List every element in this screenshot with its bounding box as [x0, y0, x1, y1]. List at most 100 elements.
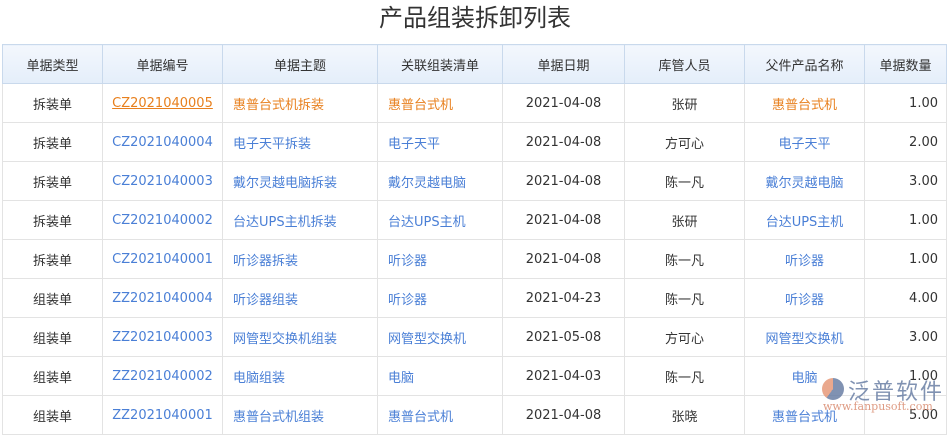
parent-link[interactable]: 电子天平 — [778, 137, 830, 152]
cell-type: 拆装单 — [2, 161, 103, 201]
type-text: 拆装单 — [32, 214, 72, 230]
cell-qty: 2.00 — [864, 122, 947, 162]
no-link[interactable]: ZZ2021040001 — [112, 408, 213, 423]
list-link[interactable]: 网管型交换机 — [388, 332, 466, 347]
cell-no: ZZ2021040003 — [102, 317, 223, 357]
table-row[interactable]: 拆装单 CZ2021040002 台达UPS主机拆装 台达UPS主机 2021-04-0… — [2, 200, 947, 240]
list-link[interactable]: 听诊器 — [388, 293, 427, 308]
cell-type: 组装单 — [2, 356, 103, 396]
cell-keeper: 陈一凡 — [624, 356, 745, 396]
keeper-text: 陈一凡 — [664, 253, 704, 269]
parent-link[interactable]: 惠普台式机 — [772, 98, 837, 113]
list-link[interactable]: 惠普台式机 — [388, 410, 453, 425]
column-header[interactable]: 单据主题 — [222, 44, 378, 84]
column-header[interactable]: 单据类型 — [2, 44, 103, 84]
page-title: 产品组装拆卸列表 — [379, 4, 571, 32]
table-row[interactable]: 拆装单 CZ2021040004 电子天平拆装 电子天平 2021-04-08 方可心 电子… — [2, 122, 947, 162]
cell-list: 听诊器 — [377, 278, 503, 318]
cell-list: 电脑 — [377, 356, 503, 396]
cell-qty: 1.00 — [864, 83, 947, 123]
cell-type: 组装单 — [2, 317, 103, 357]
subject-link[interactable]: 惠普台式机组装 — [233, 410, 324, 425]
no-link[interactable]: CZ2021040002 — [112, 213, 213, 228]
cell-list: 戴尔灵越电脑 — [377, 161, 503, 201]
subject-link[interactable]: 台达UPS主机拆装 — [233, 215, 337, 230]
column-header[interactable]: 父件产品名称 — [744, 44, 865, 84]
no-link[interactable]: CZ2021040001 — [112, 252, 213, 267]
cell-subject: 电子天平拆装 — [222, 122, 378, 162]
list-link[interactable]: 电子天平 — [388, 137, 440, 152]
cell-subject: 网管型交换机组装 — [222, 317, 378, 357]
cell-date: 2021-05-08 — [502, 317, 625, 357]
table-row[interactable]: 组装单 ZZ2021040002 电脑组装 电脑 2021-04-03 陈一凡 电脑 1.00 — [2, 356, 947, 396]
parent-link[interactable]: 听诊器 — [785, 293, 824, 308]
no-link[interactable]: ZZ2021040002 — [112, 369, 213, 384]
list-link[interactable]: 听诊器 — [388, 254, 427, 269]
no-link[interactable]: CZ2021040004 — [112, 135, 213, 150]
subject-link[interactable]: 听诊器拆装 — [233, 254, 298, 269]
qty-text: 3.00 — [909, 173, 938, 189]
cell-no: ZZ2021040002 — [102, 356, 223, 396]
parent-link[interactable]: 听诊器 — [785, 254, 824, 269]
subject-link[interactable]: 惠普台式机拆装 — [233, 98, 324, 113]
subject-link[interactable]: 电脑组装 — [233, 371, 285, 386]
cell-parent: 网管型交换机 — [744, 317, 865, 357]
parent-link[interactable]: 台达UPS主机 — [766, 215, 844, 230]
cell-date: 2021-04-08 — [502, 200, 625, 240]
date-text: 2021-04-08 — [525, 134, 602, 150]
date-text: 2021-05-08 — [525, 329, 602, 345]
parent-link[interactable]: 戴尔灵越电脑 — [765, 176, 843, 191]
type-text: 拆装单 — [32, 136, 72, 152]
subject-link[interactable]: 电子天平拆装 — [233, 137, 311, 152]
cell-keeper: 陈一凡 — [624, 161, 745, 201]
no-link[interactable]: CZ2021040005 — [112, 96, 213, 111]
type-text: 拆装单 — [32, 253, 72, 269]
date-text: 2021-04-08 — [525, 407, 602, 423]
list-link[interactable]: 戴尔灵越电脑 — [388, 176, 466, 191]
no-link[interactable]: ZZ2021040004 — [112, 291, 213, 306]
cell-qty: 1.00 — [864, 239, 947, 279]
table-row[interactable]: 组装单 ZZ2021040001 惠普台式机组装 惠普台式机 2021-04-08 张晓惠… — [2, 395, 947, 435]
table-row[interactable]: 拆装单 CZ2021040005 惠普台式机拆装 惠普台式机 2021-04-08 张研 惠… — [2, 83, 947, 123]
date-text: 2021-04-08 — [525, 173, 602, 189]
date-text: 2021-04-08 — [525, 95, 602, 111]
column-header[interactable]: 单据数量 — [864, 44, 947, 84]
cell-date: 2021-04-08 — [502, 239, 625, 279]
column-header[interactable]: 库管人员 — [624, 44, 745, 84]
no-link[interactable]: CZ2021040003 — [112, 174, 213, 189]
cell-date: 2021-04-08 — [502, 83, 625, 123]
table-row[interactable]: 拆装单 CZ2021040003 戴尔灵越电脑拆装 戴尔灵越电脑 2021-04-08 陈… — [2, 161, 947, 201]
cell-list: 听诊器 — [377, 239, 503, 279]
list-link[interactable]: 惠普台式机 — [388, 98, 453, 113]
assembly-table: 单据类型 单据编号 单据主题 关联组装清单 单据日期 库管人员 父件产品名称 单据数量 拆装单… — [2, 44, 947, 435]
keeper-text: 方可心 — [664, 331, 704, 347]
subject-link[interactable]: 听诊器组装 — [233, 293, 298, 308]
date-text: 2021-04-08 — [525, 251, 602, 267]
list-link[interactable]: 电脑 — [388, 371, 414, 386]
table-row[interactable]: 组装单 ZZ2021040004 听诊器组装 听诊器 2021-04-23 陈一凡 听诊器 4… — [2, 278, 947, 318]
subject-link[interactable]: 网管型交换机组装 — [233, 332, 337, 347]
qty-text: 1.00 — [909, 95, 938, 111]
cell-keeper: 陈一凡 — [624, 278, 745, 318]
cell-keeper: 陈一凡 — [624, 239, 745, 279]
cell-parent: 台达UPS主机 — [744, 200, 865, 240]
column-header[interactable]: 单据日期 — [502, 44, 625, 84]
type-text: 拆装单 — [32, 97, 72, 113]
cell-list: 网管型交换机 — [377, 317, 503, 357]
parent-link[interactable]: 网管型交换机 — [765, 332, 843, 347]
cell-date: 2021-04-08 — [502, 161, 625, 201]
column-header[interactable]: 单据编号 — [102, 44, 223, 84]
keeper-text: 陈一凡 — [664, 370, 704, 386]
date-text: 2021-04-03 — [525, 368, 602, 384]
column-header[interactable]: 关联组装清单 — [377, 44, 503, 84]
no-link[interactable]: ZZ2021040003 — [112, 330, 213, 345]
cell-no: ZZ2021040004 — [102, 278, 223, 318]
list-link[interactable]: 台达UPS主机 — [388, 215, 466, 230]
parent-link[interactable]: 电脑 — [791, 371, 817, 386]
table-row[interactable]: 拆装单 CZ2021040001 听诊器拆装 听诊器 2021-04-08 陈一凡 听诊器 1… — [2, 239, 947, 279]
cell-keeper: 张研 — [624, 83, 745, 123]
subject-link[interactable]: 戴尔灵越电脑拆装 — [233, 176, 337, 191]
cell-list: 惠普台式机 — [377, 395, 503, 435]
table-row[interactable]: 组装单 ZZ2021040003 网管型交换机组装 网管型交换机 2021-05-08 方… — [2, 317, 947, 357]
cell-subject: 惠普台式机组装 — [222, 395, 378, 435]
